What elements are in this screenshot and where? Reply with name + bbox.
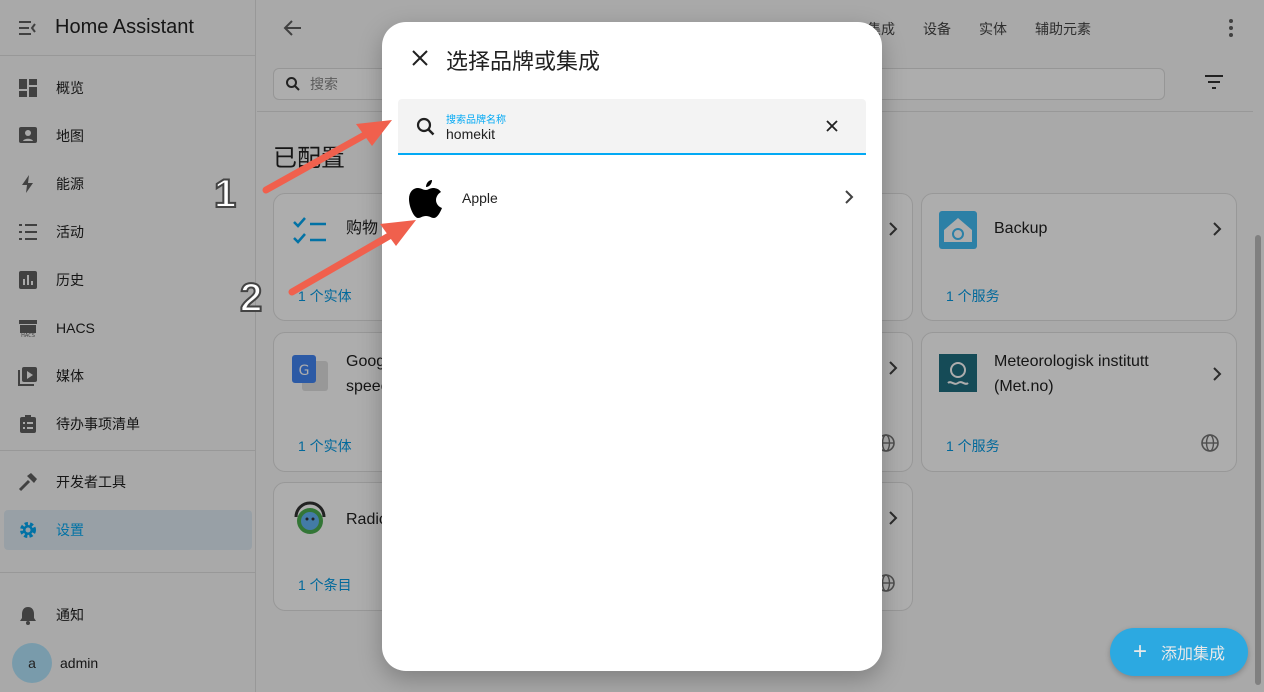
apple-icon <box>409 180 442 218</box>
add-integration-label: 添加集成 <box>1161 646 1226 663</box>
close-icon[interactable] <box>410 48 430 68</box>
result-label: Apple <box>462 190 498 206</box>
add-integration-button[interactable]: + 添加集成 <box>1110 628 1248 676</box>
chevron-right-icon <box>845 190 854 204</box>
search-icon <box>416 117 435 136</box>
dialog-title: 选择品牌或集成 <box>446 49 601 74</box>
brand-search-input[interactable] <box>446 126 796 142</box>
clear-icon[interactable] <box>826 120 838 132</box>
search-field-label: 搜索品牌名称 <box>446 115 506 126</box>
brand-search-field[interactable]: 搜索品牌名称 <box>398 99 866 155</box>
result-item-apple[interactable]: Apple <box>382 172 882 224</box>
annotation-step-2: 2 <box>239 275 263 321</box>
plus-icon: + <box>1132 638 1147 665</box>
annotation-step-1: 1 <box>213 171 237 217</box>
select-integration-dialog: 选择品牌或集成 搜索品牌名称 Apple <box>382 22 882 671</box>
